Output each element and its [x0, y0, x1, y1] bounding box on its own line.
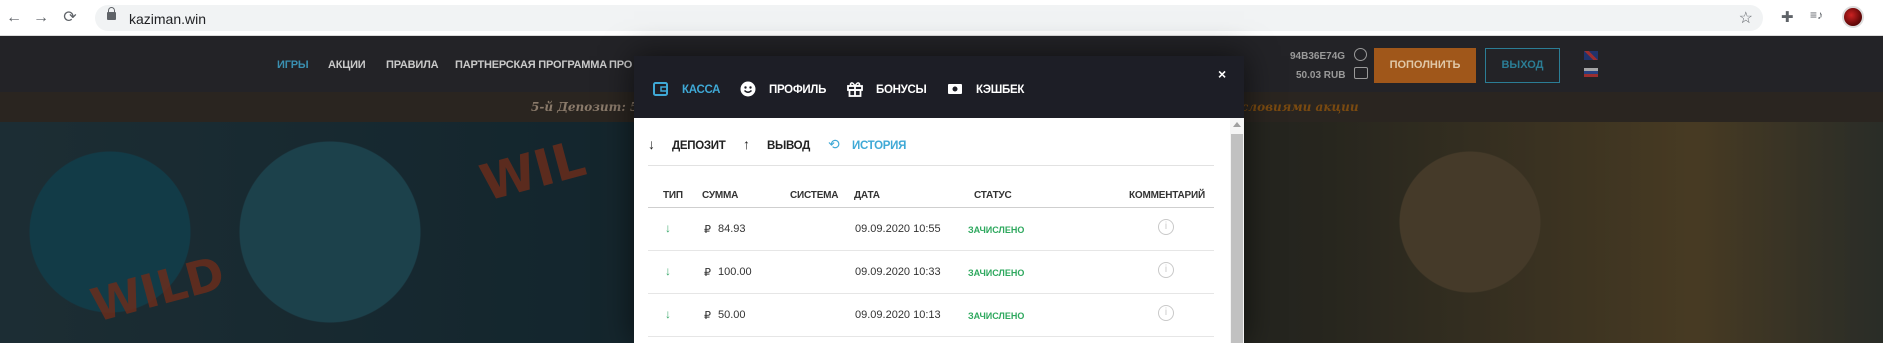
info-icon[interactable]: i — [1158, 262, 1174, 278]
tab-label: ПРОФИЛЬ — [769, 84, 827, 96]
tab-label: КЭШБЕК — [976, 84, 1025, 96]
table-row: ↓ ₽ 50.00 09.09.2020 10:13 ЗАЧИСЛЕНО i — [648, 294, 1214, 337]
currency-symbol: ₽ — [704, 267, 711, 279]
scroll-up-arrow-icon[interactable] — [1233, 122, 1241, 127]
arrow-up-icon: ↑ — [743, 136, 750, 152]
tab-label: КАССА — [682, 84, 721, 96]
address-bar[interactable]: kaziman.win ☆ — [95, 5, 1763, 31]
url-text[interactable]: kaziman.win — [129, 11, 206, 27]
tab-label: БОНУСЫ — [876, 84, 927, 96]
bookmark-star-icon[interactable]: ☆ — [1739, 8, 1753, 28]
modal-header: КАССА ПРОФИЛЬ БОНУСЫ КЭШБЕК × — [634, 56, 1244, 118]
table-header: ТИП СУММА СИСТЕМА ДАТА СТАТУС КОММЕНТАРИ… — [648, 184, 1214, 208]
back-button[interactable]: ← — [4, 8, 24, 28]
close-icon[interactable]: × — [1218, 66, 1226, 82]
gift-icon — [847, 82, 863, 97]
subtab-label: ДЕПОЗИТ — [672, 140, 726, 152]
account-id: 94B36E74G — [1290, 51, 1346, 62]
nav-games[interactable]: ИГРЫ — [277, 59, 309, 71]
cashier-subtabs: ↓ ДЕПОЗИТ ↑ ВЫВОД ⟲ ИСТОРИЯ — [648, 130, 1214, 166]
forward-button[interactable]: → — [31, 8, 51, 28]
account-balance: 50.03 RUB — [1296, 70, 1346, 81]
deposit-button[interactable]: ПОПОЛНИТЬ — [1374, 48, 1476, 83]
status-badge: ЗАЧИСЛЕНО — [968, 268, 1025, 278]
nav-rules[interactable]: ПРАВИЛА — [386, 59, 439, 71]
date-cell: 09.09.2020 10:55 — [855, 223, 941, 235]
modal-scrollbar[interactable] — [1230, 118, 1244, 343]
transaction-history-table: ТИП СУММА СИСТЕМА ДАТА СТАТУС КОММЕНТАРИ… — [648, 184, 1214, 337]
col-date: ДАТА — [854, 190, 880, 201]
browser-toolbar: ← → ⟳ kaziman.win ☆ ✚ ≡♪ — [0, 0, 1883, 36]
table-row: ↓ ₽ 84.93 09.09.2020 10:55 ЗАЧИСЛЕНО i — [648, 208, 1214, 251]
deposit-arrow-icon: ↓ — [665, 221, 671, 235]
col-amount: СУММА — [702, 190, 739, 201]
wallet-icon — [653, 82, 668, 96]
wallet-icon[interactable] — [1354, 67, 1368, 79]
deposit-arrow-icon: ↓ — [665, 307, 671, 321]
lock-icon[interactable] — [107, 7, 116, 20]
table-row: ↓ ₽ 100.00 09.09.2020 10:33 ЗАЧИСЛЕНО i — [648, 251, 1214, 294]
profile-icon[interactable] — [1354, 48, 1367, 61]
subtab-deposit[interactable]: ↓ ДЕПОЗИТ — [648, 136, 726, 152]
extensions-icon[interactable]: ✚ — [1781, 8, 1794, 26]
subtab-label: ВЫВОД — [767, 140, 811, 152]
profile-avatar[interactable] — [1842, 6, 1864, 28]
currency-symbol: ₽ — [704, 310, 711, 322]
subtab-history[interactable]: ⟲ ИСТОРИЯ — [828, 136, 906, 153]
cash-icon — [948, 84, 962, 94]
date-cell: 09.09.2020 10:33 — [855, 266, 941, 278]
reload-button[interactable]: ⟳ — [60, 8, 80, 28]
status-badge: ЗАЧИСЛЕНО — [968, 225, 1025, 235]
status-badge: ЗАЧИСЛЕНО — [968, 311, 1025, 321]
cashier-modal: КАССА ПРОФИЛЬ БОНУСЫ КЭШБЕК × ↓ ДЕПОЗИТ ↑… — [634, 56, 1244, 343]
logout-button[interactable]: ВЫХОД — [1485, 48, 1560, 83]
col-comment: КОММЕНТАРИЙ — [1129, 190, 1205, 201]
nav-affiliate[interactable]: ПАРТНЕРСКАЯ ПРОГРАММА — [455, 59, 607, 71]
amount-cell: 84.93 — [718, 223, 746, 235]
info-icon[interactable]: i — [1158, 305, 1174, 321]
history-icon: ⟲ — [828, 136, 840, 152]
russian-flag-icon[interactable] — [1584, 68, 1598, 77]
col-status: СТАТУС — [974, 190, 1012, 201]
scrollbar-thumb[interactable] — [1231, 134, 1243, 343]
media-control-icon[interactable]: ≡♪ — [1810, 8, 1823, 22]
info-icon[interactable]: i — [1158, 219, 1174, 235]
promo-terms-link[interactable]: словиями акции — [1241, 100, 1359, 114]
smiley-icon — [740, 81, 756, 97]
wild-symbol-art: WIL — [474, 129, 592, 213]
subtab-withdraw[interactable]: ↑ ВЫВОД — [743, 136, 810, 152]
amount-cell: 100.00 — [718, 266, 752, 278]
arrow-down-icon: ↓ — [648, 136, 655, 152]
nav-promotions[interactable]: АКЦИИ — [328, 59, 366, 71]
english-flag-icon[interactable] — [1584, 51, 1598, 60]
deposit-arrow-icon: ↓ — [665, 264, 671, 278]
currency-symbol: ₽ — [704, 224, 711, 236]
wild-symbol-art: WILD — [85, 245, 231, 333]
subtab-label: ИСТОРИЯ — [852, 140, 907, 152]
col-type: ТИП — [663, 190, 683, 201]
amount-cell: 50.00 — [718, 309, 746, 321]
date-cell: 09.09.2020 10:13 — [855, 309, 941, 321]
nav-profile-partial[interactable]: ПРО — [609, 59, 632, 71]
col-system: СИСТЕМА — [790, 190, 839, 201]
